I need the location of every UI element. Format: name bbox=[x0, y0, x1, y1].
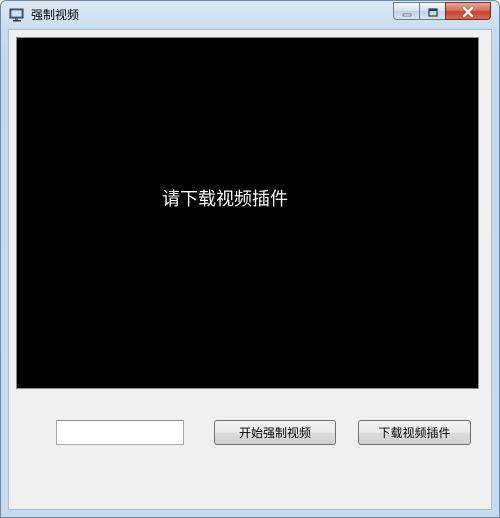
monitor-icon bbox=[9, 7, 25, 23]
text-input[interactable] bbox=[56, 420, 184, 445]
minimize-button[interactable] bbox=[393, 2, 420, 20]
close-icon bbox=[462, 2, 474, 21]
video-panel[interactable]: 请下载视频插件 bbox=[16, 37, 479, 389]
maximize-button[interactable] bbox=[419, 2, 446, 20]
close-button[interactable] bbox=[445, 2, 491, 20]
start-video-button[interactable]: 开始强制视频 bbox=[214, 420, 336, 445]
title-bar[interactable]: 强制视频 bbox=[1, 1, 499, 29]
window-title: 强制视频 bbox=[31, 8, 80, 22]
video-plugin-message: 请下载视频插件 bbox=[162, 189, 288, 210]
minimize-icon bbox=[402, 2, 412, 21]
maximize-icon bbox=[427, 2, 438, 21]
download-plugin-button[interactable]: 下载视频插件 bbox=[358, 420, 471, 445]
